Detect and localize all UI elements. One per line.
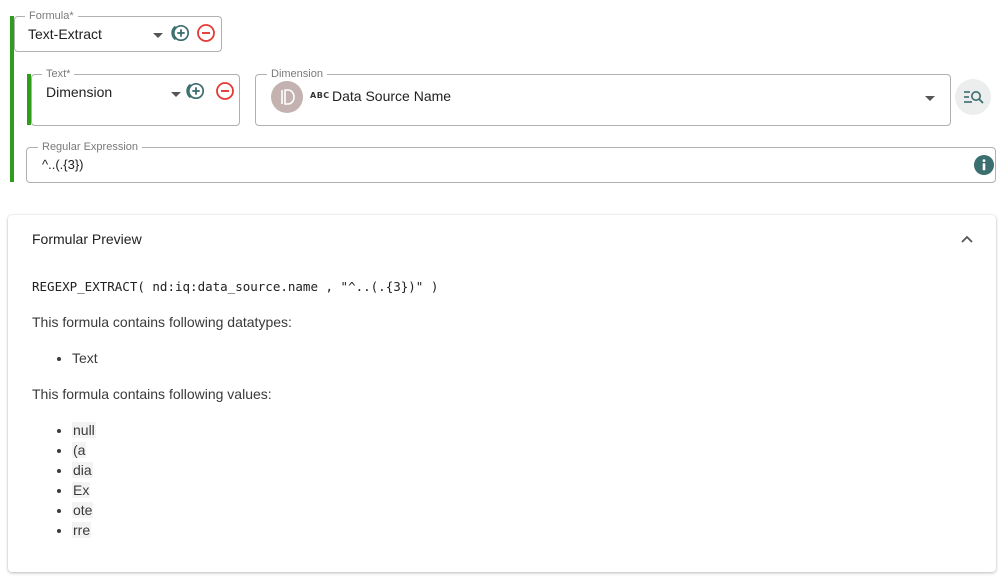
- dimension-avatar-icon: [271, 81, 303, 113]
- browse-dimensions-button[interactable]: [955, 79, 991, 115]
- list-item: dia: [72, 460, 96, 480]
- text-argument-label: Text*: [42, 68, 75, 80]
- values-text: This formula contains following values:: [32, 386, 272, 402]
- add-circle-icon[interactable]: [170, 23, 190, 43]
- list-item: Ex: [72, 480, 96, 500]
- add-circle-icon[interactable]: [185, 81, 205, 101]
- text-argument-select[interactable]: Text* Dimension: [31, 68, 240, 126]
- dimension-value: Data Source Name: [332, 88, 452, 104]
- browse-dimensions-icon: [963, 89, 985, 110]
- value-chip: (a: [72, 442, 87, 458]
- text-argument-value: Dimension: [46, 84, 113, 100]
- formula-label: Formula*: [25, 10, 78, 22]
- regex-input[interactable]: Regular Expression ^..(.{3}): [26, 141, 996, 183]
- values-list: null (a dia Ex ote rre: [32, 420, 96, 540]
- datatypes-list: Text: [32, 348, 98, 368]
- info-icon[interactable]: [974, 155, 994, 180]
- datatypes-text: This formula contains following datatype…: [32, 314, 292, 330]
- value-chip: Ex: [72, 482, 91, 498]
- value-chip: rre: [72, 522, 92, 538]
- list-item: (a: [72, 440, 96, 460]
- formula-select[interactable]: Formula* Text-Extract: [14, 10, 222, 52]
- regex-label: Regular Expression: [38, 141, 142, 153]
- list-item: rre: [72, 520, 96, 540]
- remove-circle-icon[interactable]: [215, 81, 235, 101]
- dimension-select[interactable]: Dimension ABC Data Source Name: [255, 68, 951, 126]
- value-chip: dia: [72, 462, 93, 478]
- value-chip: ote: [72, 502, 94, 518]
- caret-down-icon: [171, 92, 181, 97]
- text-type-badge: ABC: [310, 91, 330, 100]
- formula-value: Text-Extract: [28, 26, 102, 42]
- list-item: Text: [72, 348, 98, 368]
- preview-title: Formular Preview: [32, 231, 142, 247]
- formula-code: REGEXP_EXTRACT( nd:iq:data_source.name ,…: [32, 279, 439, 294]
- remove-circle-icon[interactable]: [196, 23, 216, 43]
- list-item: ote: [72, 500, 96, 520]
- caret-down-icon: [153, 33, 163, 38]
- list-item: null: [72, 420, 96, 440]
- caret-down-icon: [925, 96, 935, 101]
- regex-value: ^..(.{3}): [42, 157, 84, 172]
- formula-preview-card: Formular Preview REGEXP_EXTRACT( nd:iq:d…: [8, 215, 996, 572]
- value-chip: null: [72, 422, 96, 438]
- dimension-label: Dimension: [267, 68, 327, 80]
- chevron-up-icon[interactable]: [960, 231, 974, 249]
